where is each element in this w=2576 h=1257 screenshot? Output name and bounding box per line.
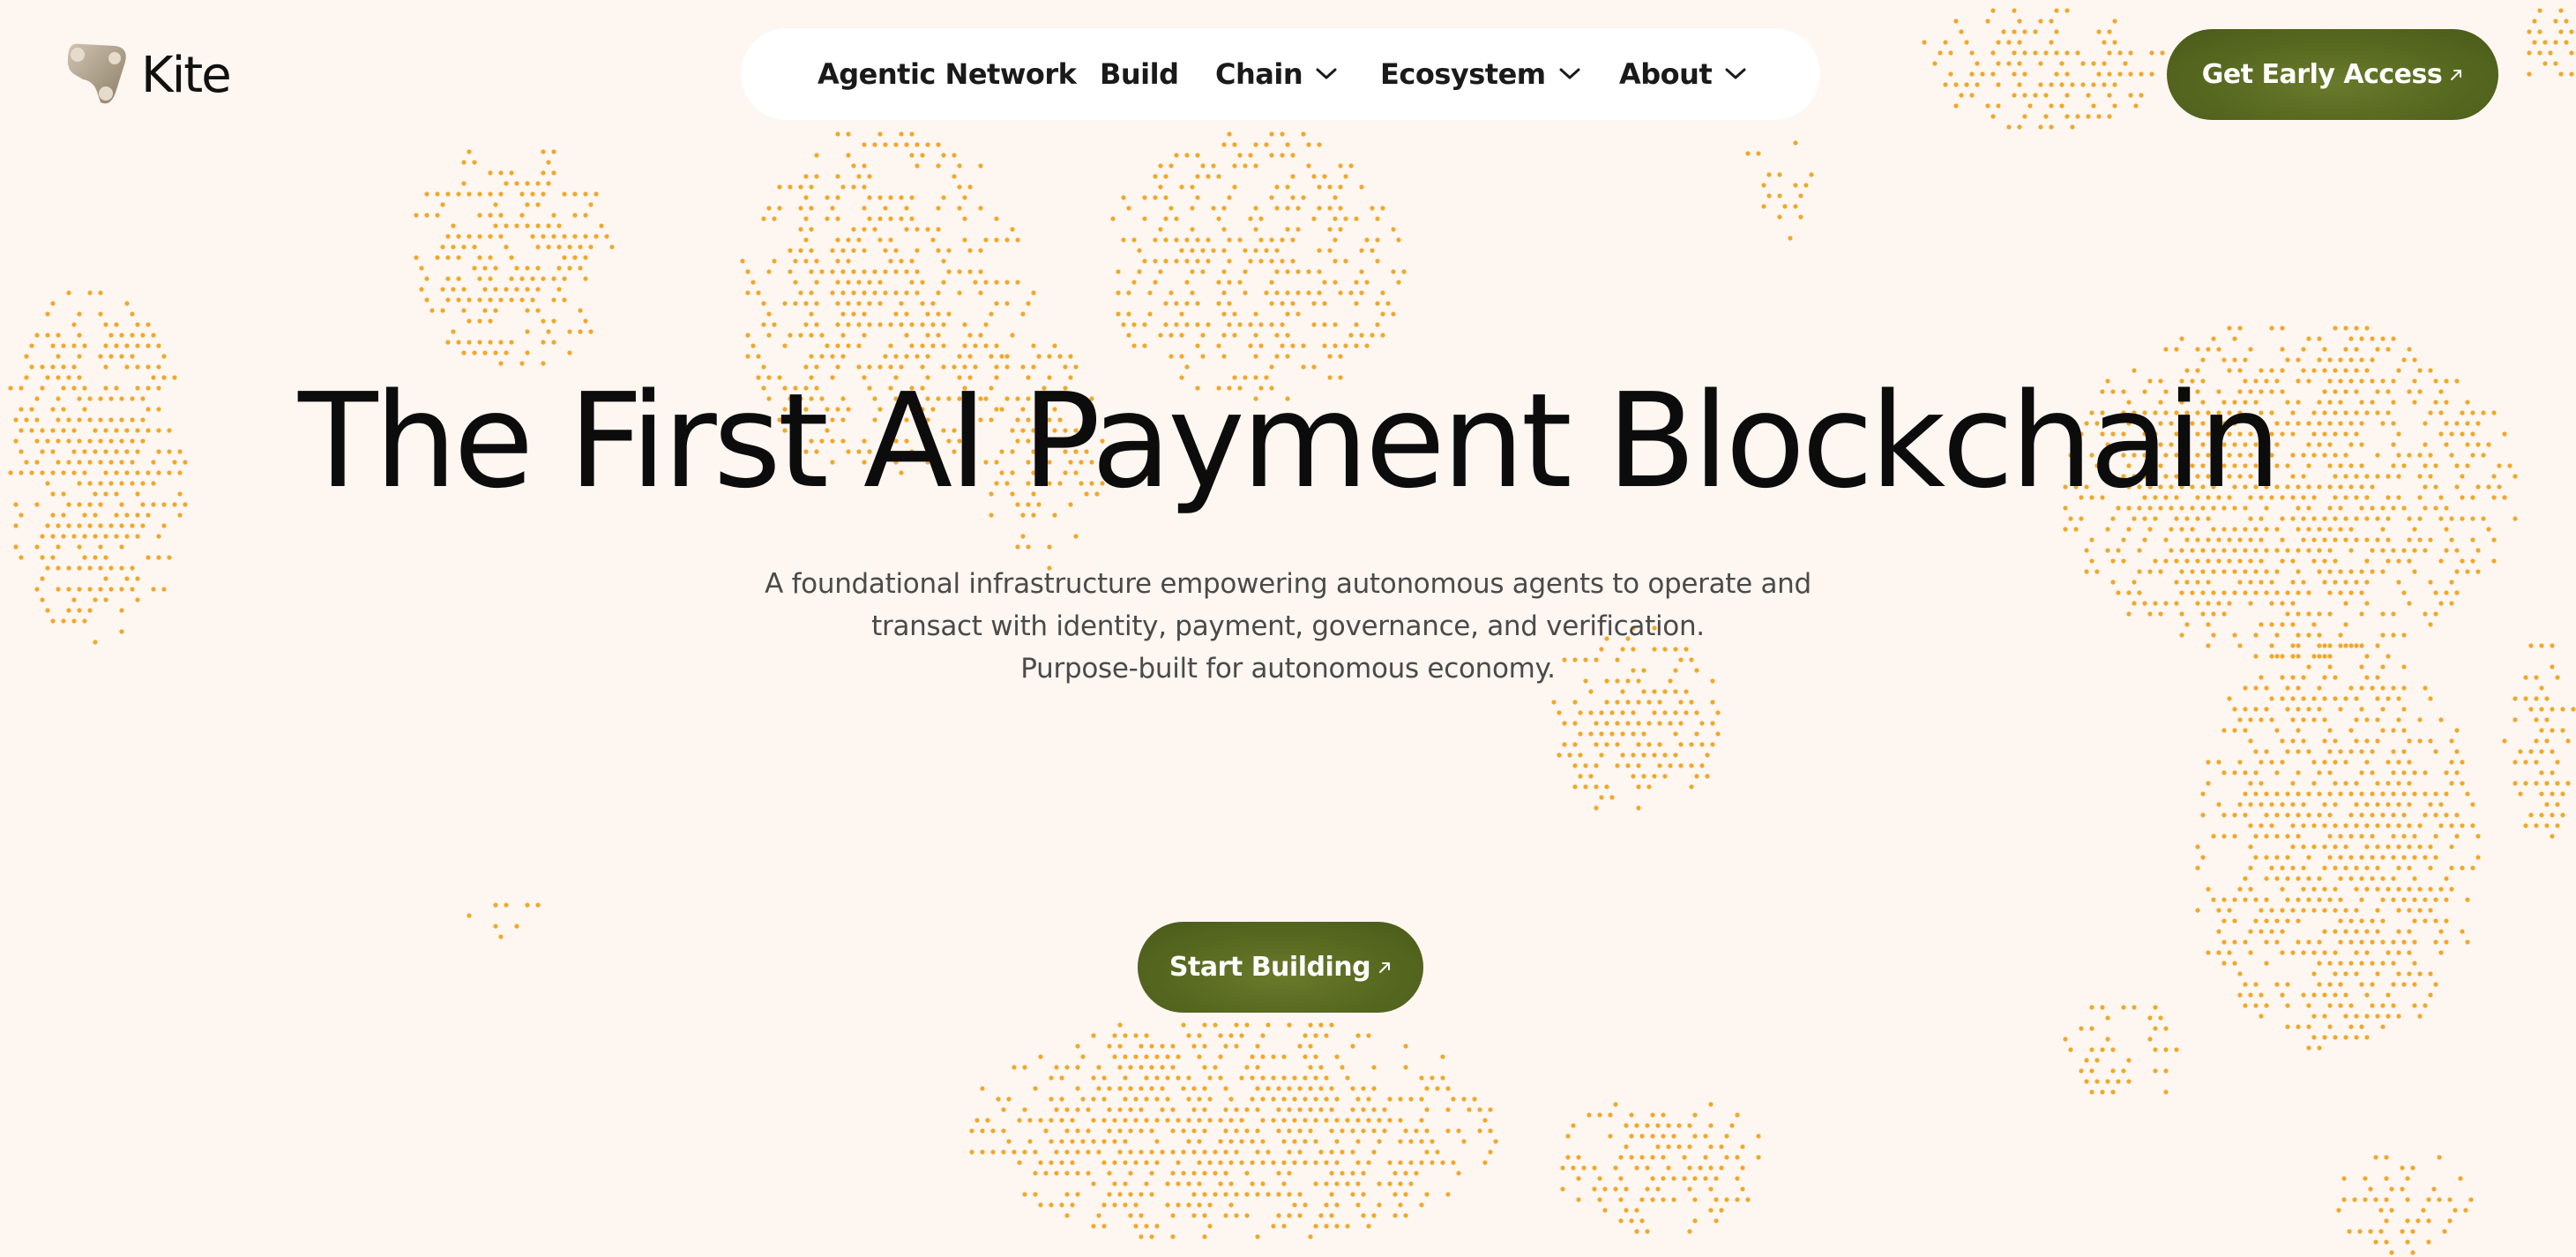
hero-subtitle-line: transact with identity, payment, governa… (871, 610, 1705, 642)
hero-subtitle-line: Purpose-built for autonomous economy. (1020, 653, 1556, 685)
brand-logo[interactable]: Kite (62, 41, 232, 109)
nav-item-agentic-network[interactable]: Agentic Network (818, 28, 1077, 120)
nav-item-label: About (1619, 57, 1713, 91)
hero-subtitle-line: A foundational infrastructure empowering… (765, 568, 1811, 600)
nav-item-label: Chain (1215, 57, 1303, 91)
hero-subtitle: A foundational infrastructure empowering… (0, 563, 2576, 690)
nav-item-chain[interactable]: Chain (1215, 28, 1338, 120)
start-building-label: Start Building (1169, 952, 1371, 983)
nav-item-label: Ecosystem (1380, 57, 1546, 91)
nav-item-build[interactable]: Build (1100, 28, 1179, 120)
arrow-up-right-icon (2451, 69, 2462, 80)
nav-item-ecosystem[interactable]: Ecosystem (1380, 28, 1581, 120)
kite-logo-icon (67, 43, 126, 104)
nav-item-about[interactable]: About (1619, 28, 1747, 120)
main-navigation: Agentic Network Build Chain Ecosystem Ab… (741, 28, 1820, 120)
chevron-down-icon (1725, 68, 1746, 79)
get-early-access-label: Get Early Access (2201, 59, 2443, 90)
arrow-up-right-icon (1379, 961, 1391, 973)
chevron-down-icon (1316, 68, 1337, 79)
start-building-button[interactable]: Start Building (1138, 922, 1423, 1013)
brand-name: Kite (141, 46, 232, 104)
nav-item-label: Agentic Network (818, 57, 1077, 91)
hero-title: The First AI Payment Blockchain (298, 365, 2281, 517)
chevron-down-icon (1559, 68, 1580, 79)
nav-item-label: Build (1100, 57, 1179, 91)
get-early-access-button[interactable]: Get Early Access (2167, 29, 2498, 120)
